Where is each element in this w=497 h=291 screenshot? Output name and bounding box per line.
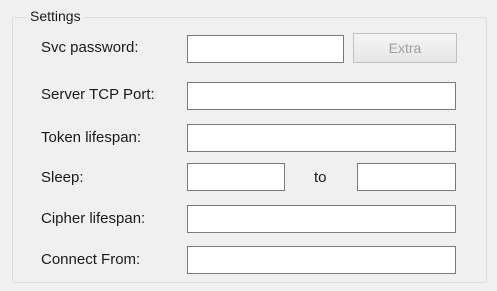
sleep-to-label: to (314, 169, 327, 186)
sleep-to-input[interactable] (357, 163, 456, 191)
token-lifespan-label: Token lifespan: (41, 129, 142, 146)
token-lifespan-input[interactable] (187, 124, 456, 152)
settings-group-title: Settings (27, 8, 84, 25)
svc-password-label: Svc password: (41, 39, 139, 56)
cipher-lifespan-label: Cipher lifespan: (41, 210, 146, 227)
sleep-from-input[interactable] (187, 163, 285, 191)
extra-button[interactable]: Extra (353, 33, 457, 63)
svc-password-input[interactable] (187, 35, 344, 63)
connect-from-label: Connect From: (41, 251, 141, 268)
cipher-lifespan-input[interactable] (187, 205, 456, 233)
server-tcp-port-label: Server TCP Port: (41, 86, 155, 103)
sleep-label: Sleep: (41, 169, 84, 186)
connect-from-input[interactable] (187, 246, 456, 274)
server-tcp-port-input[interactable] (187, 82, 456, 110)
